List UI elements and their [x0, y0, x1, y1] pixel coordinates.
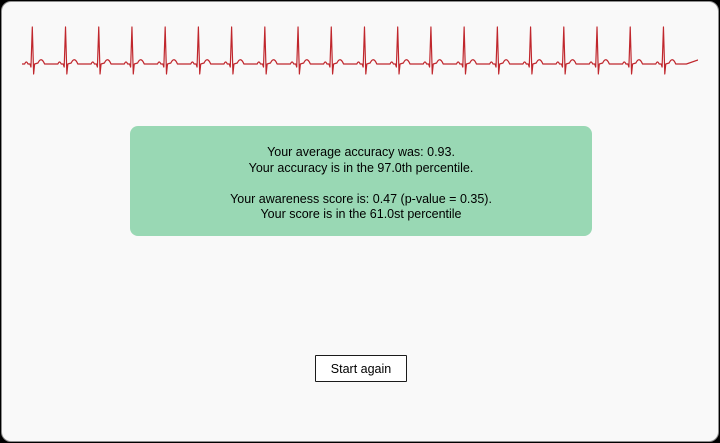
accuracy-text: Your average accuracy was: 0.93.: [267, 145, 455, 159]
results-panel: Your average accuracy was: 0.93. Your ac…: [130, 126, 592, 236]
accuracy-percentile-text: Your accuracy is in the 97.0th percentil…: [248, 160, 474, 175]
awareness-percentile-text: Your score is in the 61.0st percentile: [260, 207, 462, 221]
ecg-waveform-icon: [22, 26, 698, 75]
app-window: Your average accuracy was: 0.93. Your ac…: [1, 1, 719, 442]
results-spacer: [130, 176, 592, 192]
start-again-button[interactable]: Start again: [315, 355, 407, 382]
awareness-score-text: Your awareness score is: 0.47 (p-value =…: [230, 191, 492, 206]
ecg-trace: [22, 26, 698, 75]
